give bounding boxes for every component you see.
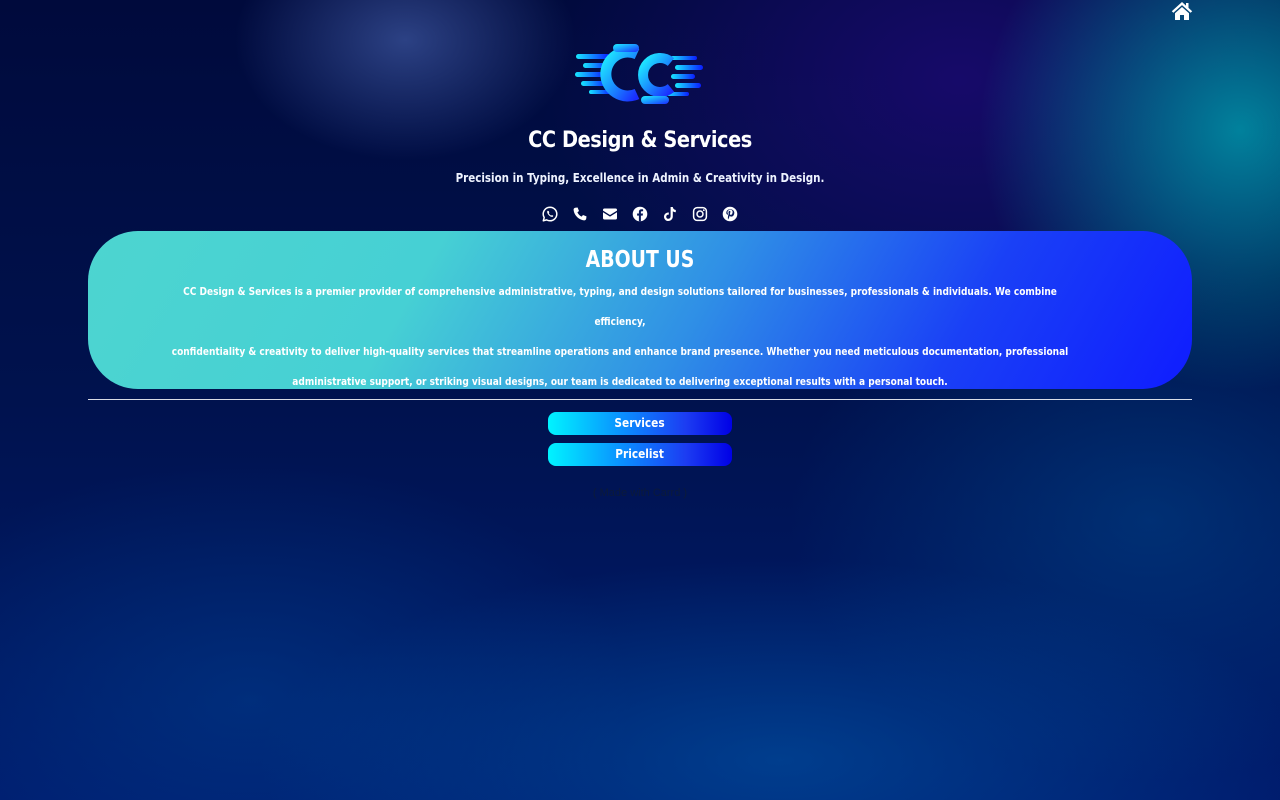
site-title: CC Design & Services <box>528 128 752 153</box>
services-button[interactable]: Services <box>548 412 732 435</box>
services-button-label: Services <box>614 416 666 430</box>
divider <box>88 399 1192 400</box>
instagram-icon[interactable] <box>692 206 708 222</box>
about-us-heading: ABOUT US <box>585 247 695 273</box>
pinterest-icon[interactable] <box>722 206 738 222</box>
pricelist-button[interactable]: Pricelist <box>548 443 732 466</box>
about-us-line: administrative support, or striking visu… <box>292 375 948 388</box>
facebook-icon[interactable] <box>632 206 648 222</box>
site-tagline: Precision in Typing, Excellence in Admin… <box>455 171 825 185</box>
social-links <box>0 206 1280 222</box>
phone-icon[interactable] <box>572 206 588 222</box>
envelope-icon[interactable] <box>602 206 618 222</box>
cc-logo-icon <box>575 44 703 104</box>
pricelist-button-label: Pricelist <box>615 447 665 461</box>
tiktok-icon[interactable] <box>662 206 678 222</box>
site-header: CC Design & Services Precision in Typing… <box>0 40 1280 186</box>
home-button[interactable] <box>1171 1 1193 21</box>
whatsapp-icon[interactable] <box>542 206 558 222</box>
about-us-line: confidentiality & creativity to deliver … <box>171 345 1069 358</box>
made-with-carrd-link[interactable]: ( Made with Carrd ) <box>0 487 1280 499</box>
home-icon <box>1171 2 1193 20</box>
about-us-text: CC Design & Services is a premier provid… <box>161 277 1079 397</box>
about-us-section: ABOUT US CC Design & Services is a premi… <box>88 231 1192 389</box>
about-us-line: CC Design & Services is a premier provid… <box>183 285 1057 328</box>
